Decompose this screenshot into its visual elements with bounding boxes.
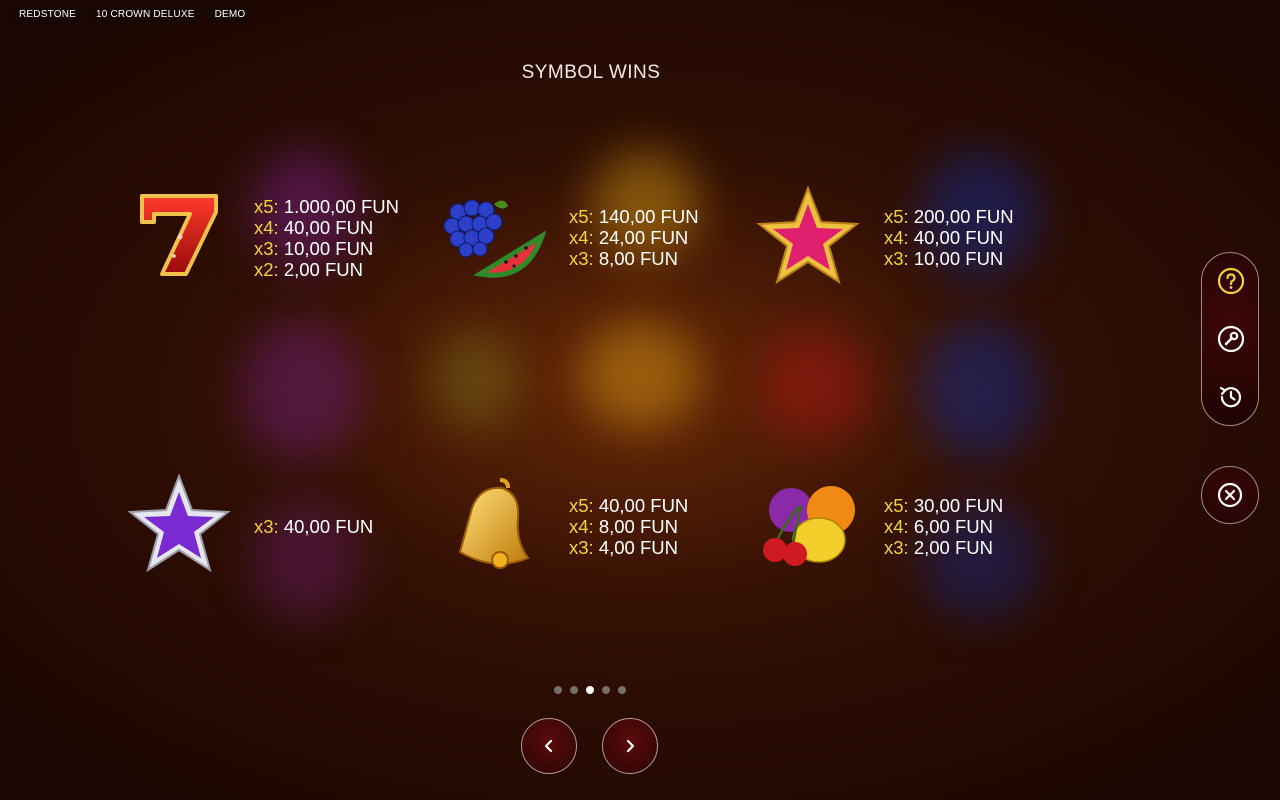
- bell-icon: [436, 470, 546, 580]
- pay-line: x4: 24,00 FUN: [569, 227, 689, 248]
- page-dot-active[interactable]: [586, 686, 594, 694]
- pay-line: x4: 40,00 FUN: [254, 217, 374, 238]
- help-button[interactable]: [1202, 261, 1260, 301]
- provider-tag: REDSTONE: [12, 6, 83, 23]
- paytable-red-star: x5: 200,00 FUN x4: 40,00 FUN x3: 10,00 F…: [884, 206, 1014, 269]
- pay-line: x3: 40,00 FUN: [254, 516, 374, 537]
- blurred-reel-symbol: [240, 320, 360, 460]
- chevron-left-icon: [544, 739, 553, 753]
- prev-page-button[interactable]: [521, 718, 577, 774]
- pay-line: x5: 200,00 FUN: [884, 206, 1014, 227]
- page-dot[interactable]: [554, 686, 562, 694]
- pay-line: x3: 2,00 FUN: [884, 537, 993, 558]
- pay-line: x3: 4,00 FUN: [569, 537, 678, 558]
- chevron-right-icon: [626, 739, 635, 753]
- page-dot[interactable]: [602, 686, 610, 694]
- pay-line: x2: 2,00 FUN: [254, 259, 363, 280]
- blurred-reel-symbol: [760, 330, 870, 440]
- paytable-mixed-fruit: x5: 30,00 FUN x4: 6,00 FUN x3: 2,00 FUN: [884, 495, 1003, 558]
- blurred-reel-symbol: [580, 320, 700, 430]
- pay-line: x4: 8,00 FUN: [569, 516, 678, 537]
- pay-line: x5: 140,00 FUN: [569, 206, 699, 227]
- page-indicator: [554, 686, 626, 694]
- pay-line: x3: 10,00 FUN: [884, 248, 1004, 269]
- next-page-button[interactable]: [602, 718, 658, 774]
- blurred-reel-symbol: [430, 330, 520, 430]
- close-button[interactable]: [1201, 466, 1259, 524]
- paytable-grapes-watermelon: x5: 140,00 FUN x4: 24,00 FUN x3: 8,00 FU…: [569, 206, 699, 269]
- side-menu: [1201, 252, 1259, 426]
- settings-button[interactable]: [1202, 319, 1260, 359]
- paytable-seven: x5: 1.000,00 FUN x4: 40,00 FUN x3: 10,00…: [254, 196, 399, 280]
- pay-line: x4: 6,00 FUN: [884, 516, 993, 537]
- page-dot[interactable]: [570, 686, 578, 694]
- purple-star-icon: [124, 470, 234, 580]
- help-icon: [1217, 267, 1245, 295]
- pay-line: x5: 40,00 FUN: [569, 495, 689, 516]
- pay-line: x5: 1.000,00 FUN: [254, 196, 400, 217]
- settings-wrench-icon: [1217, 325, 1245, 353]
- pay-line: x3: 10,00 FUN: [254, 238, 374, 259]
- paytable-purple-star: x3: 40,00 FUN: [254, 516, 373, 537]
- history-icon: [1219, 386, 1242, 408]
- page-dot[interactable]: [618, 686, 626, 694]
- close-icon: [1217, 482, 1243, 508]
- red-star-icon: [753, 182, 863, 292]
- page-title: SYMBOL WINS: [521, 62, 661, 83]
- header-tags: REDSTONE 10 CROWN DELUXE DEMO: [12, 6, 253, 23]
- blurred-reel-symbol: [920, 320, 1040, 460]
- game-name-tag: 10 CROWN DELUXE: [88, 6, 202, 23]
- pay-line: x3: 8,00 FUN: [569, 248, 678, 269]
- pay-line: x4: 40,00 FUN: [884, 227, 1004, 248]
- history-button[interactable]: [1202, 377, 1260, 417]
- pay-line: x5: 30,00 FUN: [884, 495, 1004, 516]
- paytable-bell: x5: 40,00 FUN x4: 8,00 FUN x3: 4,00 FUN: [569, 495, 688, 558]
- grapes-watermelon-icon: [436, 182, 547, 292]
- seven-icon: [124, 182, 234, 292]
- mixed-fruit-icon: [753, 470, 863, 580]
- mode-tag: DEMO: [207, 6, 253, 23]
